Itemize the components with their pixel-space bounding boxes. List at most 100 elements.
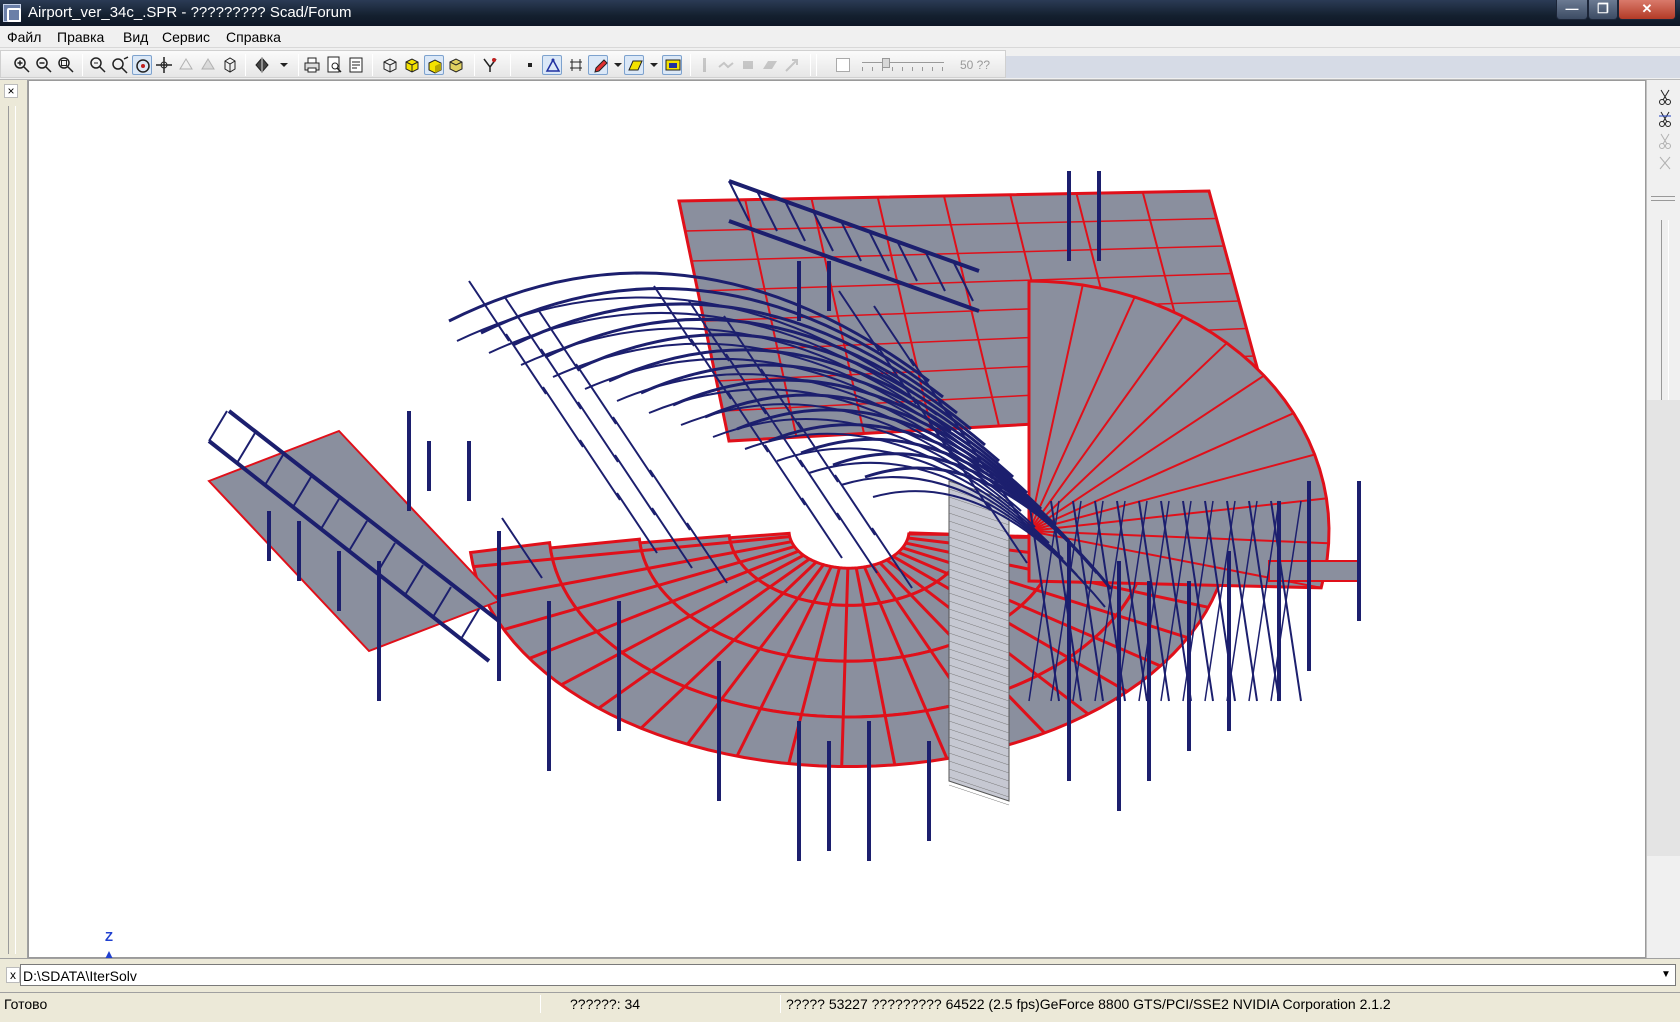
export-image-icon[interactable] [346,55,366,75]
fragment-icon[interactable] [176,55,196,75]
menu-bar: Файл Правка Вид Сервис Справка [0,26,1680,48]
roof-bracing [577,401,619,463]
element-icon[interactable] [542,55,562,75]
close-icon[interactable]: x [6,967,20,983]
slider-tick [942,67,943,71]
arrow-icon[interactable] [782,55,802,75]
slider-tick [922,67,923,71]
menu-view[interactable]: Вид [123,29,148,45]
roof-bracing [649,469,691,531]
toolbar-separator [82,54,83,76]
roof-bracing [542,386,584,448]
left-bridge-truss-web [208,410,228,442]
rotate-icon[interactable] [132,55,152,75]
cut-off-icon[interactable] [1657,154,1673,172]
toolbar-separator [245,54,246,76]
pencil-icon[interactable] [588,55,608,75]
cut-plane-icon[interactable] [1657,110,1673,128]
menu-service[interactable]: Сервис [162,29,210,45]
floor-slabs [207,189,1360,806]
slider-tick [912,67,913,71]
close-window-button[interactable]: ✕ [1618,0,1676,20]
chevron-down-icon[interactable] [274,55,294,75]
toolbar-separator [510,54,511,76]
roof-bracing [614,454,656,516]
status-count: ??????: 34 [570,996,641,1012]
toolbar-separator [816,54,817,76]
chevron-down-icon[interactable]: ▼ [1657,965,1675,985]
chevron-down-icon[interactable] [644,55,664,75]
zoom-window-icon[interactable] [56,55,76,75]
zoom-slider[interactable] [862,58,944,71]
structural-model-3d[interactable] [29,81,1645,957]
zoom-in-icon[interactable] [12,55,32,75]
status-divider [780,995,781,1013]
title-bar[interactable]: Airport_ver_34c_.SPR - ????????? Scad/Fo… [0,0,1680,26]
close-icon[interactable]: × [4,84,18,98]
slider-tick [862,67,863,71]
scad-forum-window: Airport_ver_34c_.SPR - ????????? Scad/Fo… [0,0,1680,1014]
crosshair-icon[interactable] [154,55,174,75]
right-empty-area [1646,400,1680,856]
zoom-value: 50 ?? [960,58,991,72]
z-axis-label: Z [105,929,113,944]
slider-tick [902,67,903,71]
spring-icon[interactable] [716,55,736,75]
zoom-out-icon[interactable] [34,55,54,75]
restore-fragment-icon[interactable] [198,55,218,75]
plate-icon[interactable] [624,55,644,75]
command-bar: x D:\SDATA\IterSolv ▼ [0,958,1680,992]
block-icon[interactable] [738,55,758,75]
render-mode-icon[interactable] [252,55,272,75]
projection-icon[interactable] [220,55,240,75]
minimize-button[interactable]: — [1556,0,1588,20]
app-icon[interactable] [3,4,21,22]
perspective-view-icon[interactable] [446,55,466,75]
status-divider [540,995,541,1013]
working-directory-combo[interactable]: D:\SDATA\IterSolv ▼ [20,964,1676,986]
print-icon[interactable] [302,55,322,75]
toolbar: 50 ?? [0,48,1680,80]
working-directory-path: D:\SDATA\IterSolv [23,968,137,984]
shear-wall [948,480,1010,802]
solid-view-icon[interactable] [402,55,422,75]
roof-bracing [612,416,654,478]
status-render-info: ????? 53227 ????????? 64522 (2.5 fps)GeF… [786,996,1391,1012]
left-splitter[interactable] [8,106,16,954]
bar-icon[interactable] [694,55,714,75]
roof-bracing [575,363,617,425]
filter-icon[interactable] [480,55,500,75]
roof-bracing [503,295,545,357]
pan-icon[interactable] [110,55,130,75]
model-viewport[interactable]: Z Y X [28,80,1646,1007]
print-preview-icon[interactable] [324,55,344,75]
roof-bracing [505,333,547,395]
roof-bracing [834,474,876,536]
monitor-icon[interactable] [662,55,682,75]
roof-bracing [836,512,878,574]
grid-icon[interactable] [566,55,586,75]
restore-button[interactable]: ❐ [1588,0,1618,20]
slider-tick [932,67,933,71]
slider-tick [892,67,893,71]
right-toolbar-divider [1651,196,1675,201]
toolbar-separator [810,54,811,76]
status-bar: Готово ??????: 34 ????? 53227 ????????? … [0,992,1680,1014]
zoom-checkbox[interactable] [836,58,850,72]
zoom-all-icon[interactable] [88,55,108,75]
wireframe-view-icon[interactable] [380,55,400,75]
node-icon[interactable] [520,55,540,75]
zoom-slider-thumb[interactable] [882,58,890,68]
left-bridge-truss-web [236,432,256,464]
shaded-view-icon[interactable] [424,55,444,75]
cut-icon[interactable] [1657,88,1673,106]
shell-icon[interactable] [760,55,780,75]
menu-edit[interactable]: Правка [57,29,104,45]
toolbar-empty-area [1006,56,1680,78]
menu-help[interactable]: Справка [226,29,281,45]
roof-bracing [540,348,582,410]
toolbar-separator [690,54,691,76]
roof-bracing [801,497,843,559]
cut-restore-icon[interactable] [1657,132,1673,150]
menu-file[interactable]: Файл [7,29,41,45]
